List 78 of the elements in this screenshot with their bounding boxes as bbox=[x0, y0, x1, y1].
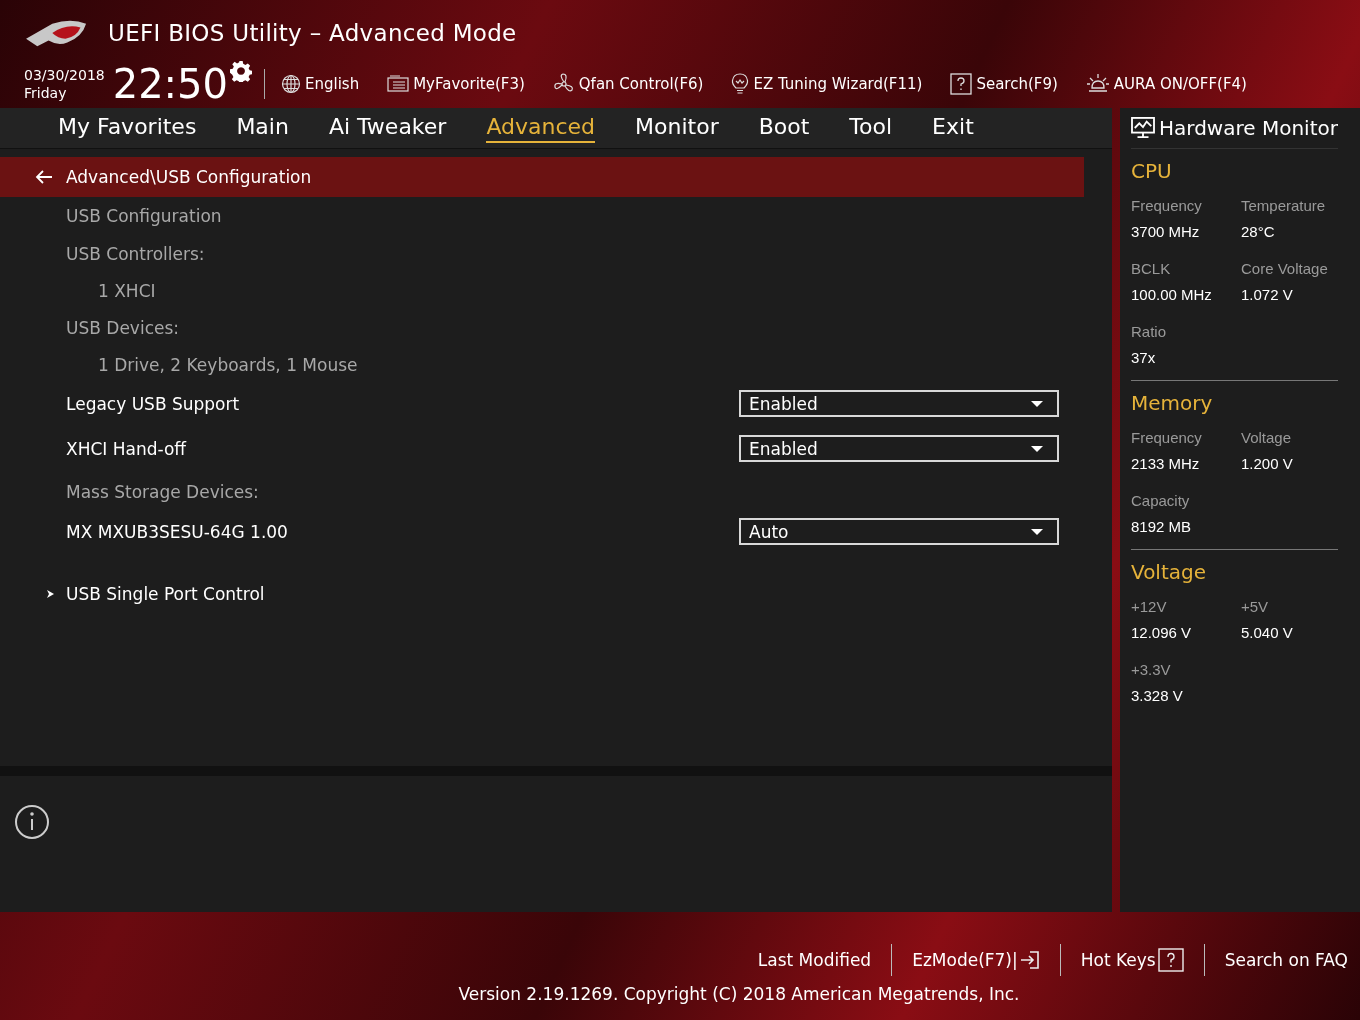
menu-tab[interactable]: Ai Tweaker bbox=[328, 113, 447, 143]
lamp-icon bbox=[1085, 73, 1110, 95]
monitor-icon bbox=[1131, 117, 1155, 139]
reading-value: 8192 MB bbox=[1131, 518, 1193, 535]
toolbar-button[interactable]: Search(F9) bbox=[950, 73, 1058, 95]
reading-label: Voltage bbox=[1241, 429, 1293, 446]
help-icon bbox=[950, 73, 973, 95]
setting-label: MX MXUB3SESU-64G 1.00 bbox=[66, 521, 288, 542]
dropdown[interactable]: Auto bbox=[739, 518, 1059, 545]
toolbar-button[interactable]: MyFavorite(F3) bbox=[387, 75, 525, 93]
reading-label: Frequency bbox=[1131, 429, 1203, 446]
reading-value: 5.040 V bbox=[1241, 624, 1294, 641]
footer-link[interactable]: Search on FAQ bbox=[1224, 950, 1348, 970]
reading-value: 100.00 MHz bbox=[1131, 286, 1213, 303]
version-text: Version 2.19.1269. Copyright (C) 2018 American Megatrends, Inc. bbox=[458, 984, 1020, 1004]
menu-tab[interactable]: Tool bbox=[849, 113, 893, 143]
caret-icon bbox=[1031, 528, 1043, 535]
toolbar-button[interactable]: English bbox=[281, 74, 360, 94]
reading-label: +12V bbox=[1131, 598, 1168, 615]
menu-tab[interactable]: Monitor bbox=[635, 113, 719, 143]
reading-label: Frequency bbox=[1131, 197, 1203, 214]
submenu-item[interactable]: USB Single Port Control bbox=[46, 574, 265, 614]
menu-tab[interactable]: My Favorites bbox=[58, 113, 197, 143]
breadcrumb-bar[interactable]: Advanced\USB Configuration bbox=[0, 157, 1084, 197]
info-text: 1 Drive, 2 Keyboards, 1 Mouse bbox=[98, 355, 358, 375]
menu-tab[interactable]: Main bbox=[236, 113, 289, 143]
reading-label: +3.3V bbox=[1131, 661, 1172, 678]
reading-label: +5V bbox=[1241, 598, 1270, 615]
toolbar-button[interactable]: AURA ON/OFF(F4) bbox=[1085, 73, 1247, 95]
window-title: UEFI BIOS Utility – Advanced Mode bbox=[108, 20, 517, 46]
list-icon bbox=[387, 75, 410, 93]
section-label: USB Configuration bbox=[66, 206, 222, 226]
reading-value: 3.328 V bbox=[1131, 687, 1184, 704]
reading-label: Core Voltage bbox=[1241, 260, 1329, 277]
chevron-icon bbox=[46, 589, 56, 599]
reading-value: 1.200 V bbox=[1241, 455, 1294, 472]
section-heading: CPU bbox=[1131, 159, 1173, 183]
section-label: Mass Storage Devices: bbox=[66, 482, 259, 502]
reading-value: 12.096 V bbox=[1131, 624, 1193, 641]
section-label: USB Devices: bbox=[66, 318, 180, 338]
globe-icon bbox=[281, 74, 301, 94]
toolbar-button[interactable]: Qfan Control(F6) bbox=[552, 73, 704, 95]
caret-icon bbox=[1031, 445, 1043, 452]
info-text: 1 XHCI bbox=[98, 281, 156, 301]
clock-time: 22:50 bbox=[112, 62, 228, 106]
section-heading: Voltage bbox=[1131, 560, 1208, 584]
footer-link[interactable]: Hot Keys bbox=[1080, 948, 1184, 972]
reading-label: Capacity bbox=[1131, 492, 1191, 509]
section-label: USB Controllers: bbox=[66, 244, 205, 264]
caret-icon bbox=[1031, 400, 1043, 407]
menu-tab[interactable]: Boot bbox=[758, 113, 810, 143]
setting-label: XHCI Hand-off bbox=[66, 438, 187, 459]
toolbar-button[interactable]: EZ Tuning Wizard(F11) bbox=[731, 73, 923, 95]
reading-value: 3700 MHz bbox=[1131, 223, 1201, 240]
reading-value: 28°C bbox=[1241, 223, 1276, 240]
help-icon bbox=[1157, 948, 1184, 972]
reading-label: Ratio bbox=[1131, 323, 1168, 340]
menu-tab[interactable]: Advanced bbox=[486, 113, 596, 143]
footer-link[interactable]: EzMode(F7)| bbox=[912, 950, 1040, 970]
panel-title: Hardware Monitor bbox=[1159, 116, 1338, 140]
date: 03/30/2018 bbox=[24, 66, 105, 84]
reading-label: Temperature bbox=[1241, 197, 1327, 214]
info-icon bbox=[14, 804, 50, 840]
settings-icon[interactable] bbox=[230, 60, 252, 82]
reading-value: 1.072 V bbox=[1241, 286, 1294, 303]
dropdown[interactable]: Enabled bbox=[739, 435, 1059, 462]
lightbulb-icon bbox=[731, 73, 750, 95]
reading-label: BCLK bbox=[1131, 260, 1172, 277]
dropdown[interactable]: Enabled bbox=[739, 390, 1059, 417]
section-heading: Memory bbox=[1131, 391, 1214, 415]
reading-value: 2133 MHz bbox=[1131, 455, 1201, 472]
menu-tab[interactable]: Exit bbox=[932, 113, 974, 143]
back-arrow-icon bbox=[34, 169, 54, 185]
reading-value: 37x bbox=[1131, 349, 1157, 366]
footer-link[interactable]: Last Modified bbox=[757, 950, 872, 970]
setting-label: Legacy USB Support bbox=[66, 393, 240, 414]
weekday: Friday bbox=[24, 84, 68, 102]
exit-arrow-icon bbox=[1019, 950, 1040, 970]
